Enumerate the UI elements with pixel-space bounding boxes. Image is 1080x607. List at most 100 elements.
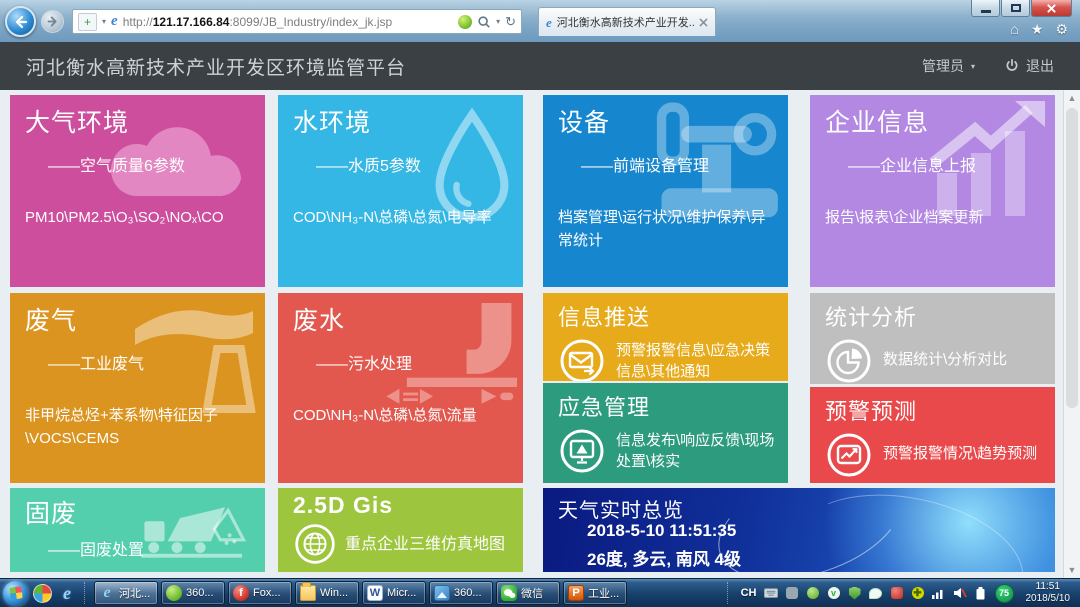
security-shield-icon[interactable] <box>848 586 862 600</box>
tile-solid-waste[interactable]: 固废 ——固废处置 <box>10 488 265 572</box>
tab-close-icon[interactable] <box>699 18 708 27</box>
tile-title: 2.5D Gis <box>293 492 393 519</box>
tile-title: 预警预测 <box>825 394 1055 426</box>
tile-weather-overview[interactable]: 天气实时总览 2018-5-10 11:51:35 26度, 多云, 南风 4级 <box>543 488 1055 572</box>
tile-water-environment[interactable]: 水环境 ——水质5参数 COD\NH₃-N\总磷\总氮\电导率 <box>278 95 523 287</box>
tile-title: 固废 <box>25 494 77 530</box>
ie-icon: e <box>63 583 71 604</box>
tile-subtitle: ——固废处置 <box>48 536 144 560</box>
task-label: 360... <box>186 587 214 599</box>
tray-clock[interactable]: 11:51 2018/5/10 <box>1021 581 1076 606</box>
tile-statistics-analysis[interactable]: 统计分析 数据统计\分析对比 <box>810 293 1055 384</box>
volume-muted-icon[interactable] <box>953 586 967 600</box>
tile-25d-gis[interactable]: 2.5D Gis 重点企业三维仿真地图 <box>278 488 523 572</box>
tile-warning-forecast[interactable]: 预警预测 预警报警情况\趋势预测 <box>810 387 1055 483</box>
weather-datetime: 2018-5-10 11:51:35 <box>587 521 736 541</box>
user-dropdown-icon: ▾ <box>971 62 975 71</box>
refresh-icon[interactable]: ↻ <box>505 14 516 30</box>
windows-flag-icon <box>9 586 23 600</box>
taskbar-button-ie[interactable]: e 河北... <box>94 581 158 605</box>
forward-arrow-icon <box>46 15 59 28</box>
alert-monitor-icon <box>558 427 606 475</box>
address-bar[interactable]: + ▾ e http://121.17.166.84:8099/JB_Indus… <box>72 9 522 34</box>
tile-desc: 档案管理\运行状况\维护保养\异常统计 <box>558 207 778 252</box>
tray-app-icon[interactable] <box>785 586 799 600</box>
settings-gear-icon[interactable]: ⚙ <box>1055 21 1068 38</box>
browser-tab[interactable]: e 河北衡水高新技术产业开发... <box>538 7 716 36</box>
window-controls <box>970 0 1072 17</box>
user-menu[interactable]: 管理员 ▾ <box>922 56 975 76</box>
compatibility-view-icon[interactable]: + <box>78 13 97 31</box>
task-label: 河北... <box>119 585 150 601</box>
tile-title: 水环境 <box>293 103 371 139</box>
battery-saver-icon[interactable]: ✚ <box>911 586 925 600</box>
taskbar-button-word[interactable]: W Micr... <box>362 581 426 605</box>
taskbar-button-explorer[interactable]: Win... <box>295 581 359 605</box>
tile-title: 废水 <box>293 301 345 337</box>
tile-device[interactable]: 设备 ——前端设备管理 档案管理\运行状况\维护保养\异常统计 <box>543 95 788 287</box>
360-safe-launcher-icon[interactable] <box>31 582 53 604</box>
tile-desc: 重点企业三维仿真地图 <box>345 534 505 556</box>
taskbar-button-wechat[interactable]: 微信 <box>496 581 560 605</box>
battery-icon[interactable] <box>974 586 988 600</box>
task-label: 微信 <box>521 585 543 601</box>
scrollbar[interactable]: ▲ ▼ <box>1063 90 1080 578</box>
forward-button[interactable] <box>41 10 64 33</box>
driver-tool-tray-icon[interactable]: v <box>827 586 841 600</box>
system-tray: CH v ✚ 75 11:51 2018/5/10 <box>724 581 1077 606</box>
picture-viewer-icon <box>434 585 450 601</box>
taskbar-button-360-pictures[interactable]: 360... <box>429 581 493 605</box>
keyboard-icon[interactable] <box>764 586 778 600</box>
home-icon[interactable]: ⌂ <box>1010 21 1018 38</box>
maximize-button[interactable] <box>1001 0 1030 17</box>
360-safety-icon[interactable] <box>458 15 472 29</box>
url-text[interactable]: http://121.17.166.84:8099/JB_Industry/in… <box>123 15 453 29</box>
tile-emergency-management[interactable]: 应急管理 信息发布\响应反馈\现场处置\核实 <box>543 383 788 483</box>
taskbar-button-foxmail[interactable]: f Fox... <box>228 581 292 605</box>
battery-percent-badge[interactable]: 75 <box>995 584 1014 603</box>
scrollbar-thumb[interactable] <box>1066 108 1078 408</box>
wechat-icon <box>501 585 517 601</box>
tile-air-environment[interactable]: 大气环境 ——空气质量6参数 PM10\PM2.5\O₃\SO₂\NOₓ\CO <box>10 95 265 287</box>
tile-desc: COD\NH₃-N\总磷\总氮\电导率 <box>293 207 513 230</box>
tray-divider <box>727 582 731 604</box>
back-button[interactable] <box>5 6 36 37</box>
taskbar-button-360-browser[interactable]: 360... <box>161 581 225 605</box>
tile-subtitle: ——企业信息上报 <box>848 152 976 176</box>
scroll-up-icon[interactable]: ▲ <box>1064 90 1080 106</box>
tab-title: 河北衡水高新技术产业开发... <box>557 14 694 30</box>
tile-desc: COD\NH₃-N\总磷\总氮\流量 <box>293 405 513 428</box>
taskbar-button-powerpoint[interactable]: P 工业... <box>563 581 627 605</box>
screen: + ▾ e http://121.17.166.84:8099/JB_Indus… <box>0 0 1080 607</box>
address-dropdown-icon[interactable]: ▾ <box>102 17 106 26</box>
tile-enterprise-info[interactable]: 企业信息 ——企业信息上报 报告\报表\企业档案更新 <box>810 95 1055 287</box>
minimize-button[interactable] <box>971 0 1000 17</box>
tile-waste-gas[interactable]: 废气 ——工业废气 非甲烷总烃+苯系物\特征因子\VOCS\CEMS <box>10 293 265 483</box>
tile-info-push[interactable]: 信息推送 预警报警信息\应急决策信息\其他通知 <box>543 293 788 381</box>
search-icon[interactable] <box>477 15 491 29</box>
close-icon <box>1046 3 1057 14</box>
page-title: 河北衡水高新技术产业开发区环境监管平台 <box>26 53 406 80</box>
tile-desc: 信息发布\响应反馈\现场处置\核实 <box>616 430 780 472</box>
language-indicator[interactable]: CH <box>741 587 757 599</box>
network-signal-icon[interactable] <box>932 586 946 600</box>
logout-button[interactable]: 退出 <box>1005 56 1054 76</box>
start-button[interactable] <box>3 581 28 606</box>
ie-launcher-icon[interactable]: e <box>56 582 78 604</box>
dump-truck-icon <box>139 498 249 560</box>
close-button[interactable] <box>1031 0 1072 17</box>
favorites-icon[interactable]: ★ <box>1031 21 1044 38</box>
wechat-tray-icon[interactable] <box>869 586 883 600</box>
mail-icon <box>558 337 606 381</box>
tile-subtitle: ——工业废气 <box>48 350 144 374</box>
tile-waste-water[interactable]: 废水 ——污水处理 COD\NH₃-N\总磷\总氮\流量 <box>278 293 523 483</box>
tray-red-app-icon[interactable] <box>890 586 904 600</box>
scroll-down-icon[interactable]: ▼ <box>1064 562 1080 578</box>
tile-desc: 报告\报表\企业档案更新 <box>825 207 1045 230</box>
powerpoint-icon: P <box>568 585 584 601</box>
power-icon <box>1005 59 1019 73</box>
task-label: Fox... <box>253 587 281 599</box>
360-browser-tray-icon[interactable] <box>806 586 820 600</box>
search-dropdown-icon[interactable]: ▾ <box>496 17 500 26</box>
ie-page-icon: e <box>111 14 118 29</box>
